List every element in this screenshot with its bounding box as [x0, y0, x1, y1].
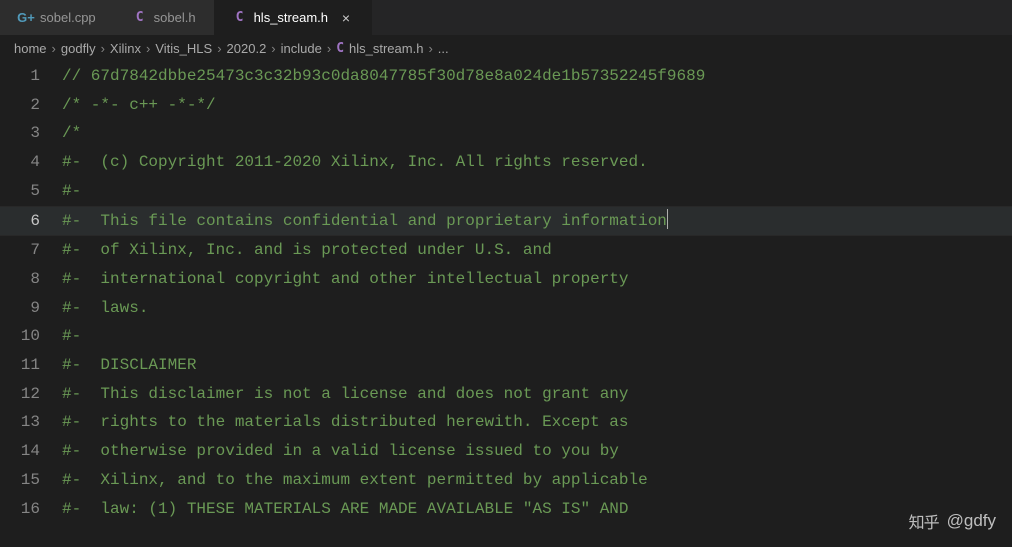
breadcrumb-item[interactable]: include [281, 41, 322, 56]
chevron-right-icon: › [146, 41, 150, 56]
line-number: 6 [0, 207, 62, 236]
text-cursor [667, 209, 668, 229]
code-line[interactable]: 1// 67d7842dbbe25473c3c32b93c0da8047785f… [0, 62, 1012, 91]
tab-label: hls_stream.h [254, 10, 328, 25]
chevron-right-icon: › [271, 41, 275, 56]
line-number: 13 [0, 408, 62, 437]
code-line[interactable]: 4#- (c) Copyright 2011-2020 Xilinx, Inc.… [0, 148, 1012, 177]
code-content: /* [62, 119, 81, 148]
line-number: 7 [0, 236, 62, 265]
line-number: 14 [0, 437, 62, 466]
code-content: #- of Xilinx, Inc. and is protected unde… [62, 236, 552, 265]
code-line[interactable]: 12#- This disclaimer is not a license an… [0, 380, 1012, 409]
code-line[interactable]: 3/* [0, 119, 1012, 148]
code-line[interactable]: 5#- [0, 177, 1012, 206]
code-content: #- Xilinx, and to the maximum extent per… [62, 466, 648, 495]
breadcrumb-item[interactable]: godfly [61, 41, 96, 56]
c-file-icon: C [132, 10, 148, 26]
tab-sobel-cpp[interactable]: G+ sobel.cpp [0, 0, 114, 35]
code-content: #- laws. [62, 294, 148, 323]
code-content: #- (c) Copyright 2011-2020 Xilinx, Inc. … [62, 148, 648, 177]
code-line[interactable]: 11#- DISCLAIMER [0, 351, 1012, 380]
code-line[interactable]: 15#- Xilinx, and to the maximum extent p… [0, 466, 1012, 495]
code-content: #- This disclaimer is not a license and … [62, 380, 629, 409]
cpp-file-icon: G+ [18, 10, 34, 26]
code-content: #- rights to the materials distributed h… [62, 408, 629, 437]
breadcrumb-item[interactable]: 2020.2 [227, 41, 267, 56]
code-line[interactable]: 13#- rights to the materials distributed… [0, 408, 1012, 437]
line-number: 10 [0, 322, 62, 351]
code-content: #- This file contains confidential and p… [62, 207, 668, 236]
chevron-right-icon: › [101, 41, 105, 56]
breadcrumb-item[interactable]: Vitis_HLS [155, 41, 212, 56]
breadcrumb-file[interactable]: hls_stream.h [349, 41, 423, 56]
line-number: 3 [0, 119, 62, 148]
tab-hls_stream-h[interactable]: Chls_stream.h × [214, 0, 372, 35]
line-number: 9 [0, 294, 62, 323]
watermark: 知乎 @gdfy [909, 509, 996, 533]
breadcrumb-item[interactable]: home [14, 41, 47, 56]
line-number: 8 [0, 265, 62, 294]
code-line[interactable]: 2/* -*- c++ -*-*/ [0, 91, 1012, 120]
code-line[interactable]: 7#- of Xilinx, Inc. and is protected und… [0, 236, 1012, 265]
chevron-right-icon: › [52, 41, 56, 56]
line-number: 11 [0, 351, 62, 380]
tab-sobel-h[interactable]: Csobel.h [114, 0, 214, 35]
breadcrumb-trailing[interactable]: ... [438, 41, 449, 56]
line-number: 15 [0, 466, 62, 495]
chevron-right-icon: › [327, 41, 331, 56]
tab-bar: G+sobel.cppCsobel.hChls_stream.h× [0, 0, 1012, 35]
watermark-text: @gdfy [947, 511, 996, 531]
code-line[interactable]: 14#- otherwise provided in a valid licen… [0, 437, 1012, 466]
c-file-icon: C [232, 10, 248, 26]
chevron-right-icon: › [217, 41, 221, 56]
code-line[interactable]: 6#- This file contains confidential and … [0, 206, 1012, 237]
chevron-right-icon: › [428, 41, 432, 56]
close-icon[interactable]: × [338, 10, 354, 26]
zhihu-icon: 知乎 [909, 509, 939, 533]
line-number: 4 [0, 148, 62, 177]
code-line[interactable]: 8#- international copyright and other in… [0, 265, 1012, 294]
code-editor[interactable]: 1// 67d7842dbbe25473c3c32b93c0da8047785f… [0, 62, 1012, 523]
code-content: #- international copyright and other int… [62, 265, 629, 294]
code-content: #- [62, 322, 81, 351]
code-content: /* -*- c++ -*-*/ [62, 91, 216, 120]
tab-label: sobel.cpp [40, 10, 96, 25]
tab-label: sobel.h [154, 10, 196, 25]
breadcrumb: home › godfly › Xilinx › Vitis_HLS › 2020.2 › incl… [0, 35, 1012, 62]
line-number: 12 [0, 380, 62, 409]
line-number: 2 [0, 91, 62, 120]
code-content: #- [62, 177, 81, 206]
code-content: #- DISCLAIMER [62, 351, 196, 380]
code-content: // 67d7842dbbe25473c3c32b93c0da8047785f3… [62, 62, 705, 91]
line-number: 16 [0, 495, 62, 524]
code-content: #- otherwise provided in a valid license… [62, 437, 619, 466]
code-line[interactable]: 10#- [0, 322, 1012, 351]
line-number: 1 [0, 62, 62, 91]
code-line[interactable]: 16#- law: (1) THESE MATERIALS ARE MADE A… [0, 495, 1012, 524]
breadcrumb-item[interactable]: Xilinx [110, 41, 141, 56]
line-number: 5 [0, 177, 62, 206]
code-line[interactable]: 9#- laws. [0, 294, 1012, 323]
c-file-icon: C [336, 41, 344, 56]
code-content: #- law: (1) THESE MATERIALS ARE MADE AVA… [62, 495, 629, 524]
